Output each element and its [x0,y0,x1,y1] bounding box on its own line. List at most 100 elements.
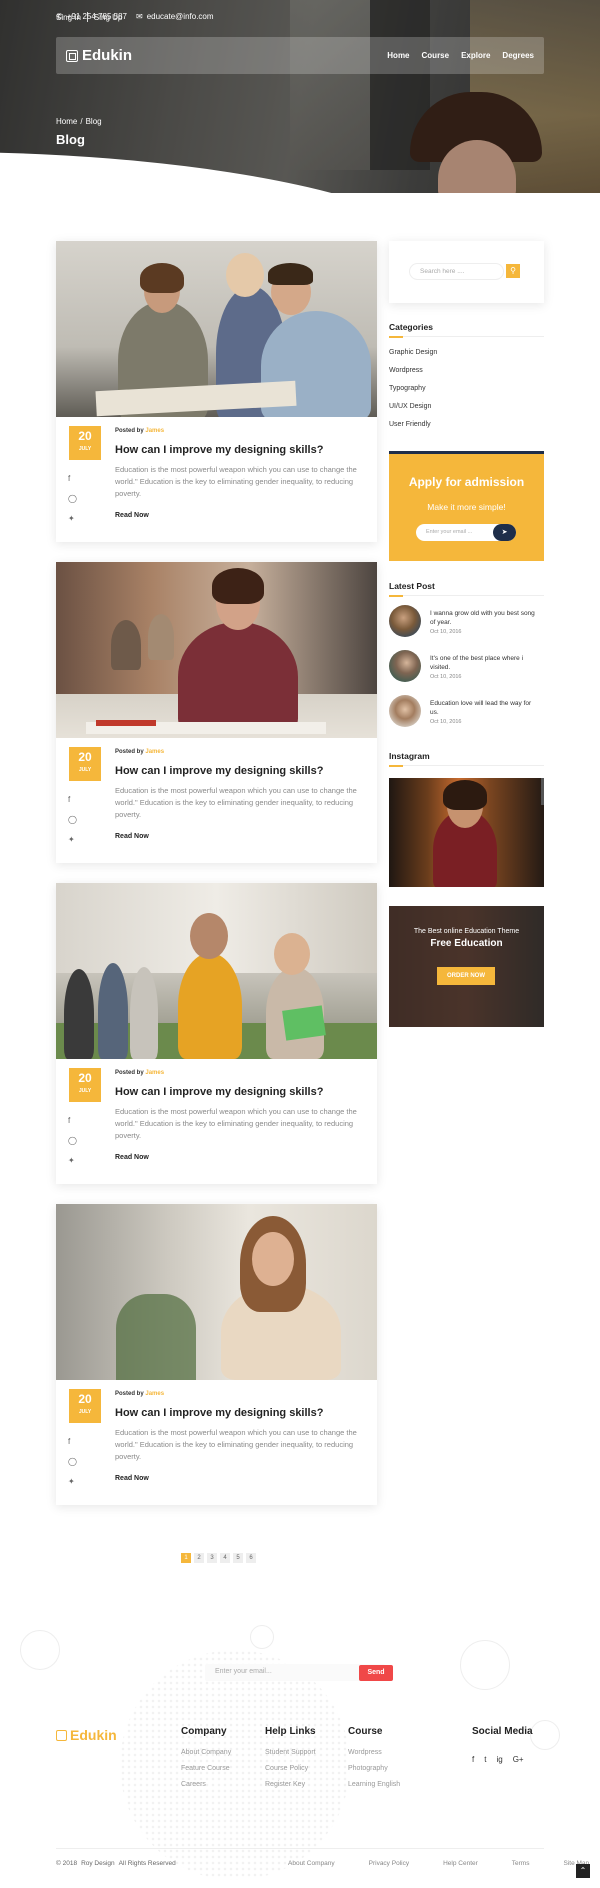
footer-link[interactable]: Register Key [265,1781,316,1788]
post-author[interactable]: James [145,749,164,755]
read-now-link[interactable]: Read Now [115,1475,149,1482]
post-author[interactable]: James [145,1391,164,1397]
posted-by-label: Posted by [115,428,144,434]
page-number[interactable]: 6 [246,1553,256,1563]
phone-icon: ✆ [56,12,63,21]
mail-icon: ✉ [136,12,143,21]
footer-link[interactable]: Learning English [348,1781,400,1788]
post-day: 20 [78,1392,92,1406]
footer-column-social: Social Media [472,1726,533,1749]
latest-post-title[interactable]: I wanna grow old with you best song of y… [430,609,540,627]
post-image[interactable] [56,562,377,738]
footer-link[interactable]: Course Policy [265,1765,316,1772]
latest-post-title[interactable]: It's one of the best place where i visit… [430,654,540,672]
post-image[interactable] [56,883,377,1059]
search-button[interactable]: ⚲ [506,264,520,278]
latest-post-item[interactable]: It's one of the best place where i visit… [389,650,549,684]
footer-link[interactable]: Photography [348,1765,400,1772]
nav-item-course[interactable]: Course [422,51,450,60]
bottom-link[interactable]: About Company [288,1860,335,1867]
facebook-icon[interactable]: f [68,795,77,804]
latest-post-date: Oct 10, 2016 [430,674,462,680]
post-title[interactable]: How can I improve my designing skills? [115,1086,323,1098]
twitter-icon[interactable]: ✦ [68,1156,77,1165]
footer-link[interactable]: Wordpress [348,1749,400,1756]
instagram-icon[interactable]: ◯ [68,815,77,824]
bottom-link[interactable]: Privacy Policy [369,1860,409,1867]
category-item[interactable]: Wordpress [389,367,437,374]
instagram-icon[interactable]: ◯ [68,494,77,503]
post-date-badge: 20 JULY [69,747,101,781]
google-plus-icon[interactable]: G+ [513,1755,524,1764]
post-author[interactable]: James [145,1070,164,1076]
twitter-icon[interactable]: ✦ [68,514,77,523]
post-share-icons: f ◯ ✦ [68,1116,77,1165]
instagram-scrollbar[interactable] [541,778,544,805]
footer-link[interactable]: About Company [181,1749,231,1756]
page-number[interactable]: 3 [207,1553,217,1563]
post-day: 20 [78,429,92,443]
category-item[interactable]: Graphic Design [389,349,437,356]
email-address[interactable]: educate@info.com [147,12,214,21]
instagram-icon[interactable]: ◯ [68,1457,77,1466]
breadcrumb-home[interactable]: Home [56,117,77,126]
bottom-link[interactable]: Terms [512,1860,530,1867]
read-now-link[interactable]: Read Now [115,1154,149,1161]
page-number[interactable]: 4 [220,1553,230,1563]
post-share-icons: f ◯ ✦ [68,1437,77,1486]
brand-logo[interactable]: Edukin [66,47,132,64]
post-title[interactable]: How can I improve my designing skills? [115,444,323,456]
latest-post-item[interactable]: Education love will lead the way for us.… [389,695,549,729]
footer-link[interactable]: Careers [181,1781,231,1788]
twitter-icon[interactable]: ✦ [68,835,77,844]
scroll-to-top-button[interactable]: ⌃ [576,1864,590,1878]
nav-item-home[interactable]: Home [387,51,409,60]
page-number[interactable]: 2 [194,1553,204,1563]
footer-column-title: Course [348,1726,383,1737]
post-image[interactable] [56,1204,377,1380]
page-number[interactable]: 5 [233,1553,243,1563]
hero-banner: ✆ +91 254 785 587 ✉ educate@info.com Sin… [0,0,600,193]
facebook-icon[interactable]: f [68,1116,77,1125]
post-image[interactable] [56,241,377,417]
bottom-link[interactable]: Help Center [443,1860,478,1867]
facebook-icon[interactable]: f [472,1755,474,1764]
twitter-icon[interactable]: ✦ [68,1477,77,1486]
footer-link[interactable]: Student Support [265,1749,316,1756]
footer-logo[interactable]: Edukin [56,1727,117,1743]
facebook-icon[interactable]: f [68,474,77,483]
instagram-feed-image[interactable] [389,778,544,887]
twitter-icon[interactable]: t [484,1755,486,1764]
post-day: 20 [78,1071,92,1085]
blog-post-card: 20 JULY f ◯ ✦ Posted by James How can I … [56,241,377,542]
admission-submit-button[interactable]: ➤ [493,524,516,541]
nav-item-degrees[interactable]: Degrees [502,51,534,60]
page-number[interactable]: 1 [181,1553,191,1563]
sidebar-search: Search here .... ⚲ [389,241,544,303]
phone-number[interactable]: +91 254 785 587 [67,12,127,21]
search-input[interactable]: Search here .... [409,263,504,280]
post-title[interactable]: How can I improve my designing skills? [115,765,323,777]
instagram-icon[interactable]: ig [496,1755,502,1764]
footer-link[interactable]: Feature Course [181,1765,231,1772]
order-now-button[interactable]: ORDER NOW [437,967,495,985]
category-item[interactable]: User Friendly [389,421,437,428]
read-now-link[interactable]: Read Now [115,512,149,519]
post-excerpt: Education is the most powerful weapon wh… [115,786,357,819]
nav-item-explore[interactable]: Explore [461,51,490,60]
designer-link[interactable]: Roy Design [81,1860,115,1867]
category-item[interactable]: UI/UX Design [389,403,437,410]
newsletter-email-input[interactable]: Enter your email... [205,1664,385,1681]
posted-by-label: Posted by [115,1070,144,1076]
read-now-link[interactable]: Read Now [115,833,149,840]
post-meta: Posted by James [115,1070,164,1076]
instagram-icon[interactable]: ◯ [68,1136,77,1145]
latest-post-item[interactable]: I wanna grow old with you best song of y… [389,605,549,639]
post-title[interactable]: How can I improve my designing skills? [115,1407,323,1419]
facebook-icon[interactable]: f [68,1437,77,1446]
newsletter-send-button[interactable]: Send [359,1665,393,1681]
category-item[interactable]: Typography [389,385,437,392]
posted-by-label: Posted by [115,749,144,755]
post-author[interactable]: James [145,428,164,434]
latest-post-title[interactable]: Education love will lead the way for us. [430,699,540,717]
